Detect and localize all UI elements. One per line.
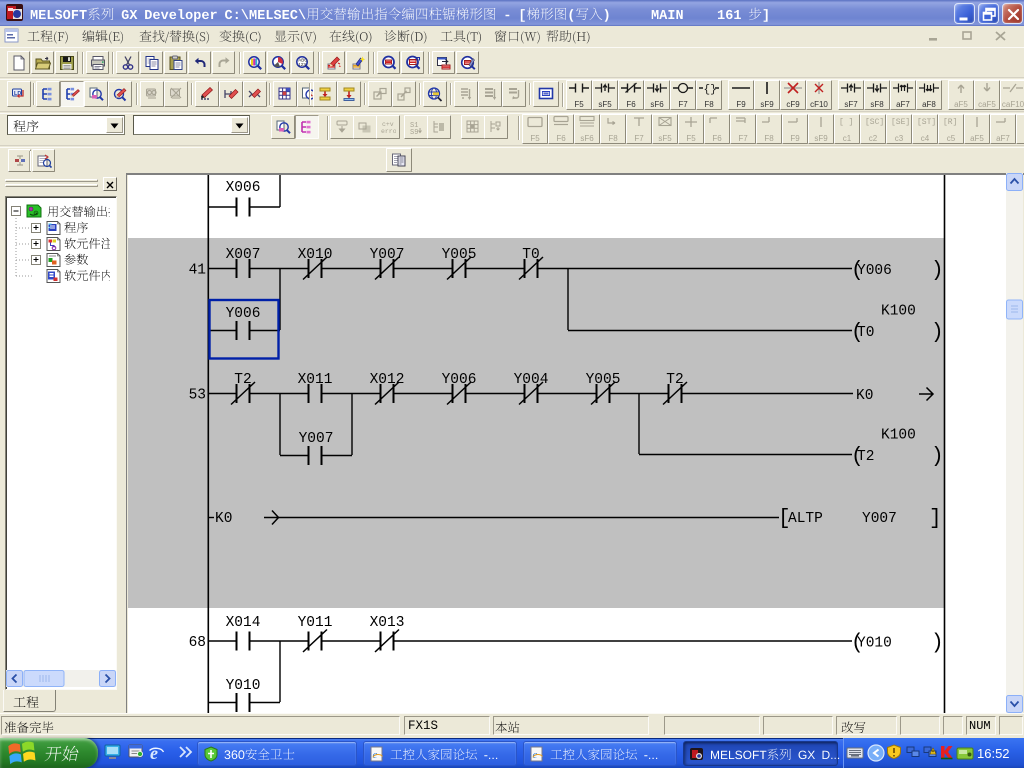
svg-text:T2: T2 [234,372,251,388]
svg-text:Y010: Y010 [226,678,261,694]
svg-text:K0: K0 [215,511,232,527]
svg-text:Y007: Y007 [370,247,405,263]
svg-text:]: ] [929,508,942,531]
svg-text:68: 68 [189,635,206,651]
svg-text:T0: T0 [857,325,874,341]
svg-text:X013: X013 [370,615,405,631]
svg-text:X010: X010 [298,247,333,263]
svg-text:Y006: Y006 [857,263,892,279]
svg-text:X014: X014 [226,615,261,631]
svg-text:ALTP: ALTP [788,511,823,527]
svg-text:T0: T0 [522,247,539,263]
svg-text:Y007: Y007 [862,511,897,527]
svg-text:Y005: Y005 [586,372,621,388]
svg-text:T2: T2 [666,372,683,388]
svg-text:): ) [931,322,944,345]
svg-text:Y004: Y004 [514,372,549,388]
svg-text:Y007: Y007 [299,431,334,447]
svg-text:K100: K100 [881,304,916,320]
svg-text:X007: X007 [226,247,261,263]
svg-text:X006: X006 [226,180,261,196]
svg-text:Y006: Y006 [442,372,477,388]
svg-text:): ) [931,446,944,469]
svg-text:X011: X011 [298,372,333,388]
svg-text:K100: K100 [881,428,916,444]
svg-text:T2: T2 [857,449,874,465]
svg-text:K0: K0 [856,388,873,404]
svg-text:): ) [931,260,944,283]
svg-text:): ) [931,632,944,655]
svg-text:X012: X012 [370,372,405,388]
svg-text:Y005: Y005 [442,247,477,263]
svg-text:Y010: Y010 [857,636,892,652]
svg-text:Y006: Y006 [226,306,261,322]
svg-text:53: 53 [189,388,206,404]
svg-text:Y011: Y011 [298,615,333,631]
svg-text:41: 41 [189,263,206,279]
svg-text:e: e [150,743,158,763]
